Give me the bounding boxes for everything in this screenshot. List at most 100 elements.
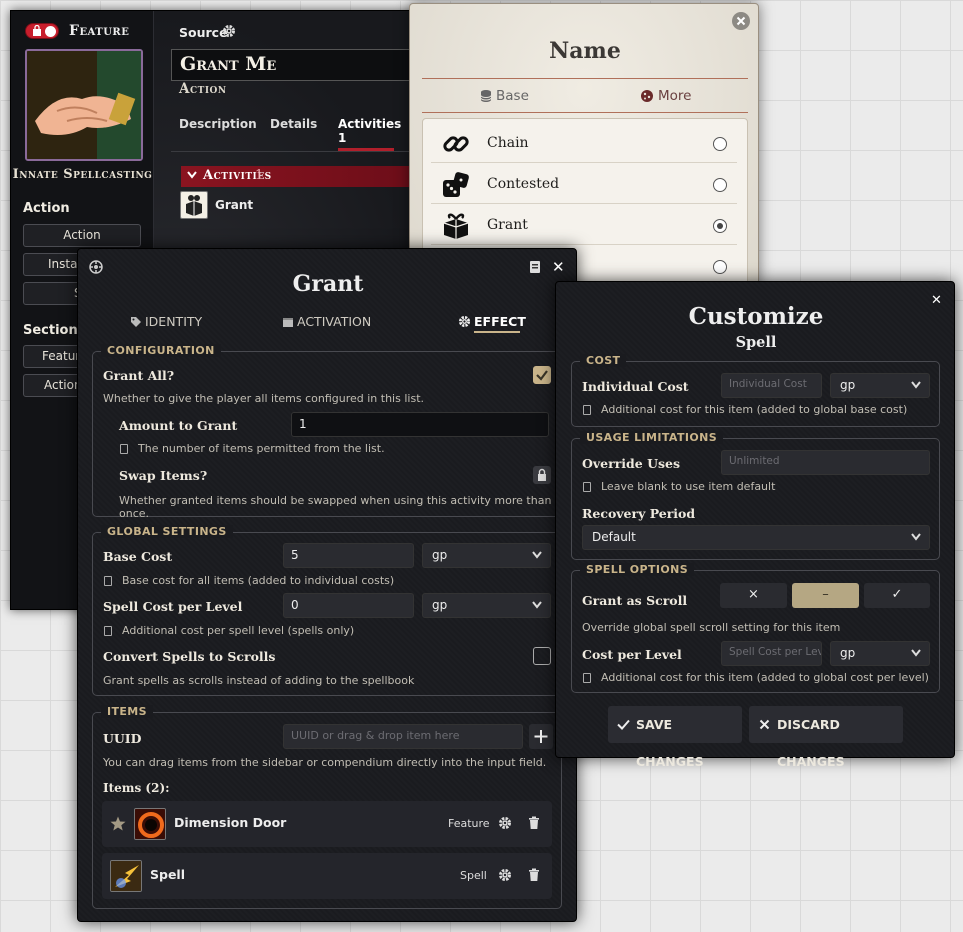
grant-as-scroll-label: Grant as Scroll (582, 593, 688, 608)
spell-options-fieldset: SPELL OPTIONS Grant as Scroll × – ✓ Over… (571, 563, 940, 693)
choice-chain[interactable]: Chain (431, 123, 737, 163)
activities-header[interactable]: Activities 1 (181, 166, 429, 187)
base-cost-label: Base Cost (103, 549, 173, 564)
grant-all-hint: Whether to give the player all items con… (103, 392, 424, 405)
action-type-button[interactable]: Action (23, 224, 141, 247)
grant-all-label: Grant All? (103, 368, 175, 383)
chevron-down-icon (911, 649, 921, 657)
chevron-down-icon (187, 171, 197, 179)
cost-legend: COST (580, 354, 627, 367)
active-tab-underline (474, 331, 520, 333)
tab-identity-label: IDENTITY (145, 314, 203, 329)
tab-activities[interactable]: Activities 1 (338, 117, 401, 145)
usage-legend: USAGE LIMITATIONS (580, 431, 724, 444)
save-changes-button[interactable]: SAVE CHANGES (608, 706, 742, 769)
amount-input[interactable]: 1 (291, 412, 549, 437)
items-legend: ITEMS (101, 705, 153, 718)
choice-chain-label: Chain (487, 135, 529, 151)
base-cost-input[interactable]: 5 (283, 543, 414, 568)
feature-toggle[interactable] (25, 23, 59, 39)
star-icon[interactable] (110, 816, 126, 831)
dialog-close-button[interactable] (732, 12, 750, 30)
choice-hidden-radio[interactable] (713, 260, 727, 274)
cost-per-level-unit-select[interactable]: gp (830, 641, 930, 666)
hint-note-icon (583, 673, 591, 683)
hint-note-icon (583, 405, 591, 415)
individual-cost-label: Individual Cost (582, 379, 689, 394)
spell-cost-unit-value: gp (432, 598, 448, 612)
cost-per-level-hint: Additional cost for this item (added to … (601, 671, 929, 684)
tabs-divider (422, 112, 748, 113)
cookie-icon (640, 89, 654, 103)
chain-link-icon (441, 129, 471, 159)
choice-contested-label: Contested (487, 176, 560, 192)
tag-icon (130, 316, 142, 328)
tab-more[interactable]: More (640, 88, 700, 108)
individual-cost-unit-select[interactable]: gp (830, 373, 930, 398)
trash-icon[interactable] (528, 868, 540, 882)
recovery-period-select[interactable]: Default (582, 525, 930, 550)
gift-box-icon (441, 211, 471, 241)
grant-as-scroll-hint: Override global spell scroll setting for… (582, 621, 841, 634)
activities-header-count: 1 (255, 168, 264, 183)
item-row-dimension-door[interactable]: Dimension Door Feature (102, 801, 552, 847)
usage-limitations-fieldset: USAGE LIMITATIONS Override Uses Unlimite… (571, 431, 940, 560)
spell-cost-input[interactable]: 0 (283, 593, 414, 618)
activity-name[interactable]: Grant (215, 198, 253, 212)
scroll-option-default[interactable]: – (792, 583, 859, 608)
add-item-button[interactable] (529, 724, 553, 749)
choice-contested-radio[interactable] (713, 178, 727, 192)
gear-icon[interactable] (498, 868, 512, 882)
individual-cost-input[interactable]: Individual Cost (721, 373, 822, 398)
checkmark-icon (617, 719, 630, 730)
convert-scrolls-label: Convert Spells to Scrolls (103, 649, 276, 664)
save-changes-label: SAVE CHANGES (636, 717, 704, 769)
tab-activation-label: ACTIVATION (297, 314, 372, 329)
tab-more-label: More (658, 88, 692, 104)
item-row-spell[interactable]: Spell Spell (102, 853, 552, 899)
grant-activity-icon[interactable] (180, 191, 208, 219)
choice-grant-radio[interactable] (713, 219, 727, 233)
cost-fieldset: COST Individual Cost Individual Cost gp … (571, 354, 940, 427)
dimension-door-thumbnail (134, 808, 166, 840)
override-uses-input[interactable]: Unlimited (721, 450, 930, 475)
uuid-input[interactable]: UUID or drag & drop item here (283, 724, 523, 749)
global-settings-legend: GLOBAL SETTINGS (101, 525, 233, 538)
scroll-option-no[interactable]: × (720, 583, 787, 608)
choice-chain-radio[interactable] (713, 137, 727, 151)
grant-all-checkbox[interactable] (533, 366, 551, 384)
tab-description[interactable]: Description (179, 117, 257, 131)
base-cost-hint: Base cost for all items (added to indivi… (122, 574, 395, 587)
tab-base[interactable]: Base (480, 88, 540, 108)
trash-icon[interactable] (528, 816, 540, 830)
configuration-legend: CONFIGURATION (101, 344, 221, 357)
clapperboard-icon (282, 316, 294, 328)
plus-icon (534, 730, 548, 743)
scroll-option-yes[interactable]: ✓ (864, 583, 930, 608)
item-name: Spell (150, 867, 185, 882)
global-settings-fieldset: GLOBAL SETTINGS Base Cost 5 gp Base cost… (92, 525, 562, 696)
tab-details[interactable]: Details (270, 117, 317, 131)
items-count-label: Items (2): (103, 781, 170, 795)
hint-note-icon (583, 482, 591, 492)
item-name-field[interactable]: Grant Me (171, 49, 429, 81)
cost-per-level-input[interactable]: Spell Cost per Lev (721, 641, 822, 666)
convert-scrolls-checkbox[interactable] (533, 647, 551, 665)
portrait-caption: Innate Spellcasting (12, 167, 153, 182)
dice-icon (441, 170, 471, 200)
activity-type-dialog: Name Base More Chain Contested Grant (409, 3, 759, 288)
database-icon (480, 89, 492, 103)
source-gear-icon[interactable] (222, 24, 236, 38)
chevron-down-icon (532, 551, 542, 559)
item-type: Spell (460, 869, 487, 882)
choice-grant[interactable]: Grant (431, 205, 737, 245)
choice-contested[interactable]: Contested (431, 164, 737, 204)
gear-icon[interactable] (498, 816, 512, 830)
discard-changes-button[interactable]: DISCARD CHANGES (749, 706, 903, 769)
spell-cost-unit-select[interactable]: gp (422, 593, 551, 618)
item-type: Feature (448, 817, 490, 830)
hint-note-icon (104, 626, 112, 636)
item-portrait[interactable] (25, 49, 143, 161)
tab-activities-label: Activities (338, 117, 402, 131)
base-cost-unit-select[interactable]: gp (422, 543, 551, 568)
